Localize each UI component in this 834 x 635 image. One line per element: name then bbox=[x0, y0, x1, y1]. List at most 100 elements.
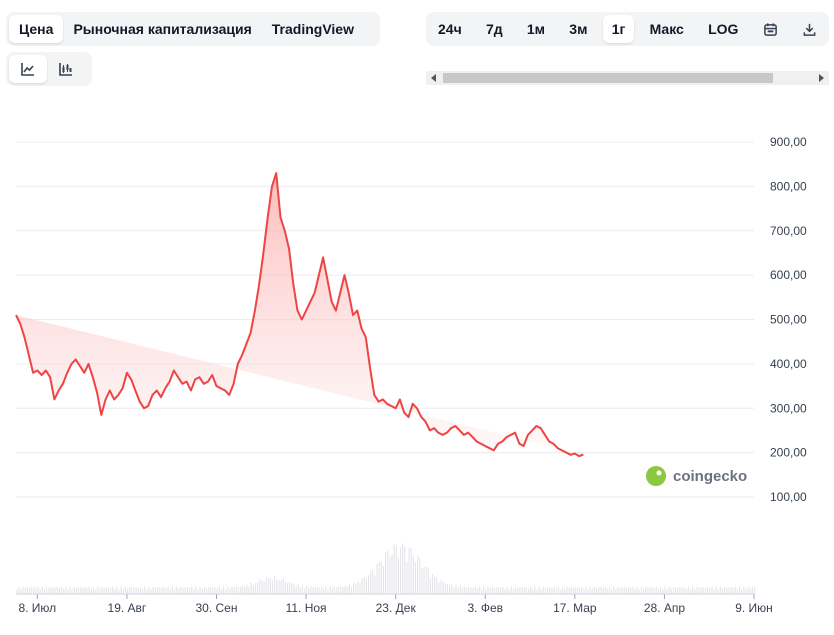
volume-bar bbox=[621, 586, 623, 594]
volume-bar bbox=[135, 587, 137, 594]
volume-bar bbox=[282, 578, 284, 594]
volume-bar bbox=[327, 589, 329, 594]
volume-bar bbox=[280, 580, 282, 594]
volume-bar bbox=[30, 587, 33, 594]
volume-bar bbox=[455, 585, 457, 594]
volume-bar bbox=[276, 579, 278, 594]
volume-bar bbox=[143, 586, 146, 594]
volume-bar bbox=[713, 589, 715, 594]
volume-bar bbox=[538, 586, 540, 594]
volume-bar bbox=[660, 586, 662, 594]
volume-bar bbox=[382, 565, 385, 594]
volume-bar bbox=[90, 589, 92, 594]
y-tick-label: 700,00 bbox=[770, 224, 807, 238]
volume-bar bbox=[468, 586, 470, 594]
volume-bar bbox=[376, 564, 378, 594]
volume-bar bbox=[303, 588, 306, 594]
volume-bar bbox=[406, 561, 408, 594]
volume-bar bbox=[549, 587, 551, 594]
price-chart: 100,00 200,00 300,00 400,00 500,00 600,00 700,… bbox=[15, 135, 807, 615]
volume-bar bbox=[483, 586, 485, 594]
volume-bar bbox=[677, 587, 679, 594]
volume-bar bbox=[414, 562, 417, 594]
volume-bar bbox=[99, 588, 101, 594]
volume-bar bbox=[355, 584, 357, 594]
volume-bar bbox=[585, 586, 587, 594]
volume-bar bbox=[670, 588, 673, 594]
volume-bar bbox=[350, 587, 353, 594]
volume-bar bbox=[293, 583, 295, 594]
y-tick-label: 200,00 bbox=[770, 446, 807, 460]
volume-bar bbox=[719, 586, 722, 594]
volume-bar bbox=[495, 587, 498, 594]
x-tick-label: 17. Мар bbox=[553, 601, 597, 615]
volume-bar bbox=[71, 588, 73, 594]
coingecko-watermark: coingecko bbox=[646, 466, 747, 486]
volume-bar bbox=[457, 588, 459, 594]
volume-bar bbox=[150, 588, 152, 594]
volume-bar bbox=[732, 587, 734, 594]
volume-bar bbox=[416, 555, 419, 594]
volume-bar bbox=[180, 586, 182, 594]
volume-bar bbox=[331, 588, 333, 594]
volume-bar bbox=[589, 586, 591, 594]
volume-bar bbox=[60, 586, 62, 594]
volume-bar bbox=[67, 589, 69, 594]
volume-bar bbox=[751, 586, 754, 594]
volume-bar bbox=[632, 586, 634, 594]
volume-bar bbox=[493, 587, 495, 594]
volume-bar bbox=[640, 586, 643, 594]
volume-bar bbox=[442, 581, 444, 594]
volume-bar bbox=[387, 550, 389, 594]
volume-bar bbox=[527, 588, 530, 594]
volume-bar bbox=[284, 581, 286, 594]
volume-bar bbox=[562, 586, 564, 594]
volume-bar bbox=[69, 586, 71, 594]
volume-bar bbox=[374, 575, 376, 594]
volume-bar bbox=[694, 588, 696, 594]
volume-bar bbox=[297, 584, 299, 594]
volume-bar bbox=[54, 587, 56, 594]
volume-bar bbox=[265, 577, 267, 594]
volume-bar bbox=[259, 579, 261, 594]
volume-bar bbox=[274, 575, 276, 594]
volume-bar bbox=[574, 587, 577, 594]
volume-bar bbox=[289, 582, 291, 594]
volume-bar bbox=[225, 589, 227, 594]
volume-bar bbox=[306, 585, 308, 594]
volume-bar bbox=[278, 579, 280, 594]
volume-bar bbox=[591, 588, 594, 594]
volume-bar bbox=[434, 576, 436, 594]
volume-bar bbox=[233, 587, 235, 594]
volume-bar bbox=[658, 588, 660, 594]
volume-bar bbox=[47, 588, 50, 594]
volume-bar bbox=[453, 587, 455, 594]
volume-bar bbox=[515, 586, 517, 594]
volume-bar bbox=[598, 587, 600, 594]
volume-bar bbox=[470, 587, 472, 594]
volume-bar bbox=[335, 587, 338, 594]
volume-bar bbox=[634, 588, 636, 594]
volume-bar bbox=[685, 588, 687, 594]
volume-bar bbox=[116, 586, 118, 594]
volume-bar bbox=[338, 586, 340, 594]
volume-bar bbox=[286, 583, 289, 594]
volume-bar bbox=[120, 586, 122, 594]
volume-bar bbox=[559, 589, 562, 594]
volume-bar bbox=[103, 587, 105, 594]
volume-bar bbox=[404, 546, 406, 594]
volume-bar bbox=[736, 588, 739, 594]
volume-bar bbox=[530, 586, 532, 594]
volume-bar bbox=[717, 589, 719, 594]
volume-bar bbox=[696, 586, 698, 594]
volume-bar bbox=[184, 587, 186, 594]
volume-bar bbox=[722, 588, 724, 594]
volume-bar bbox=[333, 586, 336, 594]
y-tick-label: 600,00 bbox=[770, 268, 807, 282]
volume-bar bbox=[626, 587, 628, 594]
volume-bar bbox=[367, 574, 370, 594]
volume-bar bbox=[229, 588, 231, 594]
volume-bar bbox=[308, 587, 310, 594]
volume-bar bbox=[476, 588, 478, 594]
volume-bar bbox=[246, 584, 248, 594]
